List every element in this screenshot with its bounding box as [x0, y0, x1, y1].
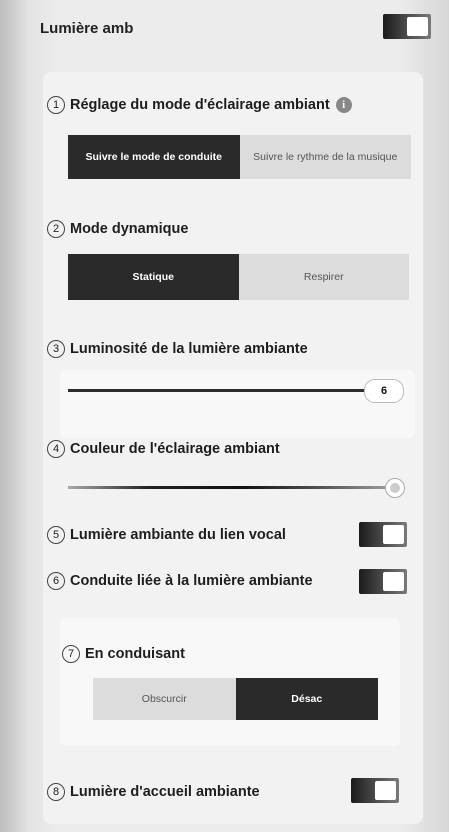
section-label: Couleur de l'éclairage ambiant — [70, 441, 280, 457]
section-voice-link-title: 5 Lumière ambiante du lien vocal — [47, 526, 286, 544]
toggle-knob — [383, 572, 404, 591]
driving-link-toggle[interactable] — [359, 569, 407, 594]
page-title: Lumière amb — [40, 20, 134, 37]
section-number: 1 — [47, 96, 65, 114]
section-number: 3 — [47, 340, 65, 358]
section-brightness-title: 3 Luminosité de la lumière ambiante — [47, 340, 308, 358]
color-slider-thumb[interactable] — [385, 478, 405, 498]
section-number: 6 — [47, 572, 65, 590]
section-lighting-mode-title: 1 Réglage du mode d'éclairage ambiant i — [47, 96, 352, 114]
section-color-title: 4 Couleur de l'éclairage ambiant — [47, 440, 280, 458]
section-number: 2 — [47, 220, 65, 238]
section-label: Mode dynamique — [70, 221, 189, 237]
option-off[interactable]: Désac — [235, 678, 378, 720]
brightness-slider-area — [60, 370, 415, 438]
option-breathe[interactable]: Respirer — [239, 254, 410, 300]
while-driving-selector: Obscurcir Désac — [93, 678, 378, 720]
section-while-driving-title: 7 En conduisant — [62, 645, 185, 663]
section-driving-link-title: 6 Conduite liée à la lumière ambiante — [47, 572, 313, 590]
ambient-light-toggle[interactable] — [383, 14, 431, 39]
brightness-slider-value[interactable]: 6 — [364, 379, 404, 403]
section-dynamic-mode-title: 2 Mode dynamique — [47, 220, 188, 238]
section-label: Lumière ambiante du lien vocal — [70, 527, 286, 543]
section-number: 7 — [62, 645, 80, 663]
section-number: 4 — [47, 440, 65, 458]
section-number: 8 — [47, 783, 65, 801]
section-label: Luminosité de la lumière ambiante — [70, 341, 308, 357]
section-number: 5 — [47, 526, 65, 544]
dynamic-mode-selector: Statique Respirer — [68, 254, 409, 300]
toggle-knob — [383, 525, 404, 544]
option-dim[interactable]: Obscurcir — [93, 678, 236, 720]
toggle-knob — [375, 781, 396, 800]
option-static[interactable]: Statique — [68, 254, 239, 300]
color-slider-track[interactable] — [68, 486, 386, 489]
brightness-slider-track[interactable] — [68, 389, 368, 392]
option-follow-music-rhythm[interactable]: Suivre le rythme de la musique — [240, 135, 412, 179]
section-label: En conduisant — [85, 646, 185, 662]
info-icon[interactable]: i — [335, 97, 352, 113]
section-label: Réglage du mode d'éclairage ambiant — [70, 97, 330, 113]
section-label: Lumière d'accueil ambiante — [70, 784, 260, 800]
voice-link-toggle[interactable] — [359, 522, 407, 547]
settings-screen: Lumière amb 1 Réglage du mode d'éclairage… — [0, 0, 449, 832]
toggle-knob — [407, 17, 428, 36]
option-follow-driving-mode[interactable]: Suivre le mode de conduite — [68, 135, 240, 179]
welcome-light-toggle[interactable] — [351, 778, 399, 803]
lighting-mode-selector: Suivre le mode de conduite Suivre le ryt… — [68, 135, 411, 179]
section-welcome-light-title: 8 Lumière d'accueil ambiante — [47, 783, 260, 801]
section-label: Conduite liée à la lumière ambiante — [70, 573, 313, 589]
